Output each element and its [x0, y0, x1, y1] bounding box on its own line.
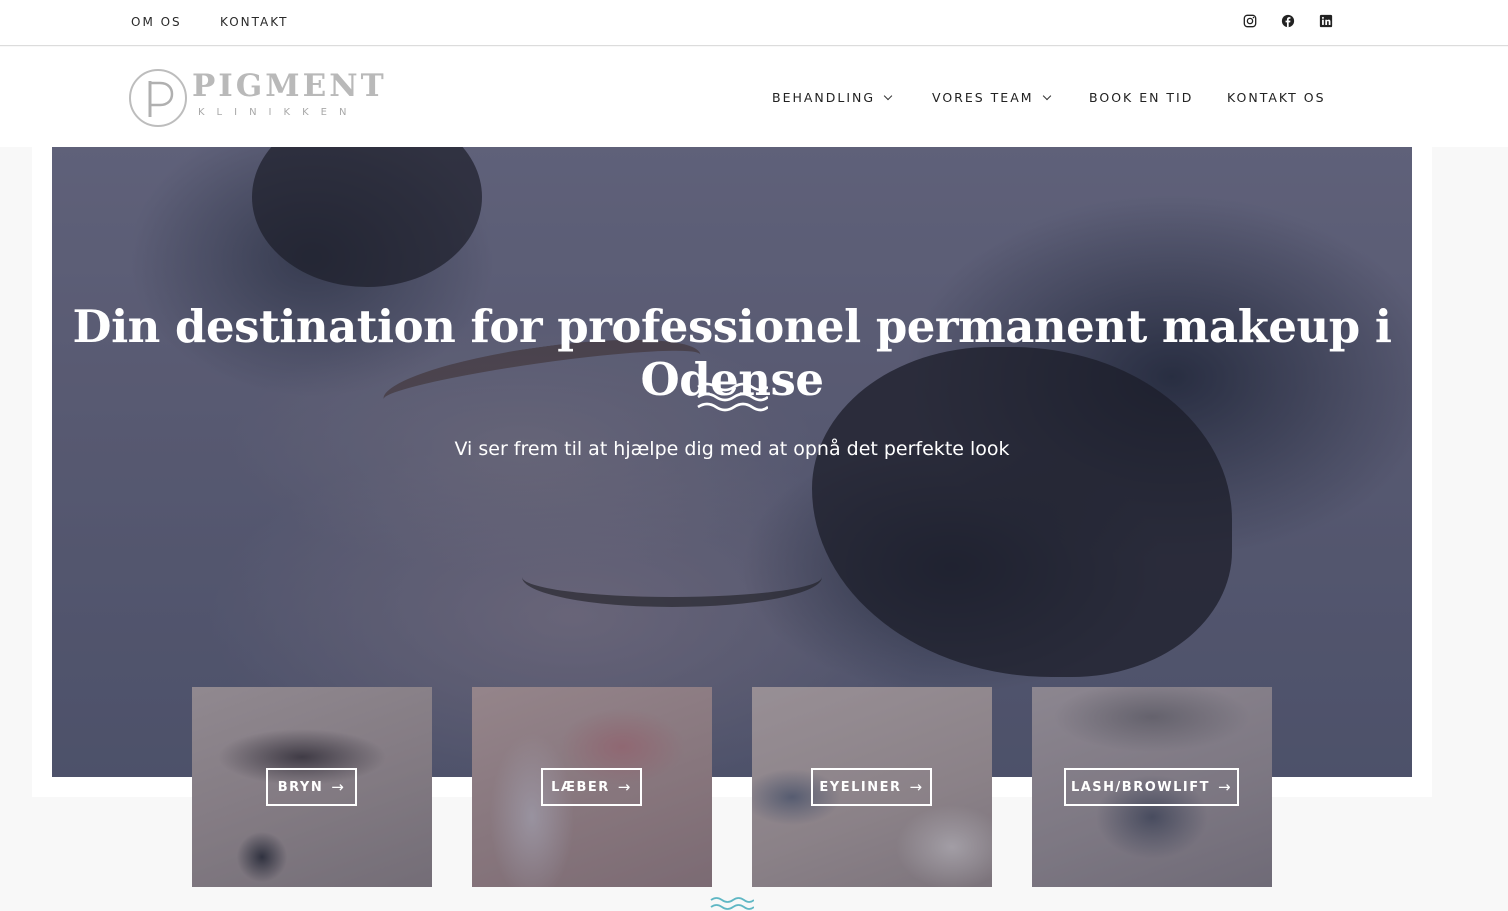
card-lash-browlift[interactable]: LASH/BROWLIFT → — [1032, 687, 1272, 887]
facebook-icon[interactable] — [1280, 13, 1296, 29]
nav-book-en-tid[interactable]: BOOK EN TID — [1089, 90, 1193, 105]
hero-image — [52, 147, 1412, 777]
logo[interactable]: PIGMENT KLINIKKEN — [128, 67, 384, 129]
bryn-button[interactable]: BRYN → — [266, 768, 357, 806]
top-bar: OM OS KONTAKT — [0, 0, 1508, 46]
arrow-right-icon: → — [1217, 778, 1233, 796]
laeber-button[interactable]: LÆBER → — [541, 768, 642, 806]
nav-vores-team[interactable]: VORES TEAM — [932, 90, 1051, 105]
logo-subtitle: KLINIKKEN — [198, 107, 359, 118]
chevron-down-icon — [1042, 91, 1051, 100]
top-link-om-os[interactable]: OM OS — [131, 15, 182, 29]
top-link-kontakt[interactable]: KONTAKT — [220, 15, 289, 29]
waves-icon — [697, 382, 768, 412]
nav-kontakt-os[interactable]: KONTAKT OS — [1227, 90, 1326, 105]
logo-mark-icon — [129, 69, 187, 127]
arrow-right-icon: → — [617, 778, 632, 796]
button-label: LÆBER — [551, 779, 610, 795]
lash-browlift-button[interactable]: LASH/BROWLIFT → — [1064, 768, 1239, 806]
instagram-icon[interactable] — [1242, 13, 1258, 29]
linkedin-icon[interactable] — [1318, 13, 1334, 29]
waves-icon — [710, 897, 754, 910]
nav-label: BEHANDLING — [772, 90, 876, 105]
button-label: EYELINER — [819, 779, 902, 795]
card-bryn[interactable]: BRYN → — [192, 687, 432, 887]
button-label: BRYN — [277, 779, 324, 795]
logo-wordmark: PIGMENT — [192, 68, 387, 104]
hero-lash-shape — [522, 547, 822, 607]
nav-label: BOOK EN TID — [1089, 90, 1194, 105]
main-header: PIGMENT KLINIKKEN BEHANDLING VORES TEAM … — [0, 47, 1508, 147]
eyeliner-button[interactable]: EYELINER → — [811, 768, 932, 806]
card-eyeliner[interactable]: EYELINER → — [752, 687, 992, 887]
button-label: LASH/BROWLIFT — [1070, 779, 1210, 795]
hero-glove-shape — [252, 147, 482, 287]
arrow-right-icon: → — [331, 778, 346, 796]
nav-behandling[interactable]: BEHANDLING — [772, 90, 893, 105]
nav-label: VORES TEAM — [932, 90, 1034, 105]
hero-subtitle: Vi ser frem til at hjælpe dig med at opn… — [454, 438, 1010, 460]
chevron-down-icon — [883, 91, 893, 100]
card-laeber[interactable]: LÆBER → — [472, 687, 712, 887]
nav-label: KONTAKT OS — [1227, 90, 1326, 105]
arrow-right-icon: → — [909, 778, 924, 796]
